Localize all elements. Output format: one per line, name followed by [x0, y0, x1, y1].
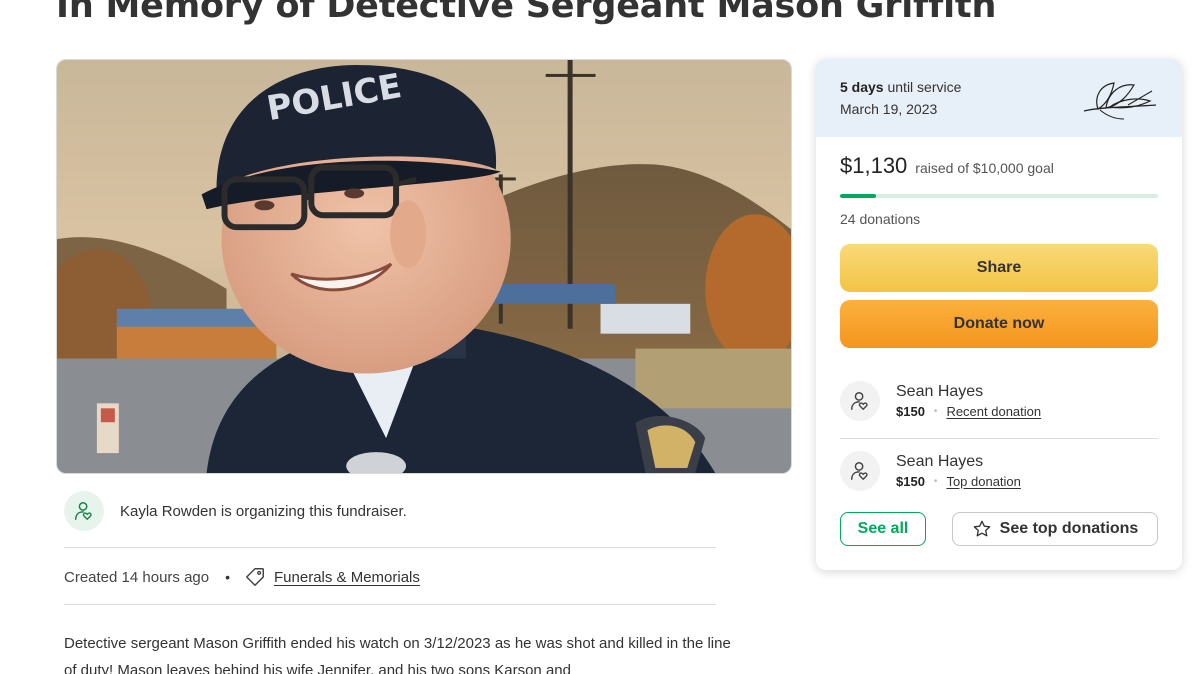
- see-all-button[interactable]: See all: [840, 512, 926, 546]
- service-days: 5 days: [840, 79, 884, 95]
- campaign-page: In Memory of Detective Sergeant Mason Gr…: [0, 0, 1200, 674]
- recent-donation-link[interactable]: Recent donation: [946, 404, 1041, 419]
- created-time: Created 14 hours ago: [64, 568, 210, 586]
- meta-separator: •: [225, 569, 231, 585]
- flower-icon: [1083, 82, 1157, 120]
- donations-count: 24 donations: [840, 211, 921, 227]
- donor-avatar: [840, 381, 880, 421]
- meta-row: Created 14 hours ago • Funerals & Memori…: [64, 564, 420, 590]
- star-icon: [973, 520, 990, 537]
- service-until: until service: [887, 79, 962, 95]
- amount-raised: $1,130: [840, 153, 908, 178]
- story-text: Detective sergeant Mason Griffith ended …: [64, 635, 731, 674]
- donor-amount: $150: [896, 474, 925, 489]
- divider: [840, 438, 1158, 439]
- divider: [64, 604, 716, 605]
- donation-card: 5 days until service March 19, 2023 $1,1…: [816, 59, 1182, 570]
- amount-row: $1,130 raised of $10,000 goal: [840, 153, 1054, 179]
- donor-details: $150 • Top donation: [896, 474, 1021, 489]
- share-button[interactable]: Share: [840, 244, 1158, 292]
- tag-icon: [246, 568, 264, 586]
- donor-separator: •: [933, 476, 938, 487]
- donor-item: Sean Hayes $150 • Recent donation: [840, 377, 1158, 425]
- donor-details: $150 • Recent donation: [896, 404, 1041, 419]
- organizer-text: Kayla Rowden is organizing this fundrais…: [120, 502, 407, 520]
- see-top-donations-button[interactable]: See top donations: [952, 512, 1158, 546]
- donor-separator: •: [933, 406, 938, 417]
- person-heart-icon: [851, 462, 868, 480]
- page-title: In Memory of Detective Sergeant Mason Gr…: [56, 0, 997, 26]
- progress-bar: [840, 194, 1158, 198]
- donor-info: Sean Hayes $150 • Recent donation: [896, 383, 1041, 419]
- campaign-photo[interactable]: POLICE: [56, 59, 792, 474]
- progress-fill: [840, 194, 876, 198]
- person-heart-icon: [851, 392, 868, 410]
- donor-avatar: [840, 451, 880, 491]
- goal-text: raised of $10,000 goal: [915, 160, 1054, 176]
- donor-info: Sean Hayes $150 • Top donation: [896, 453, 1021, 489]
- service-banner: 5 days until service March 19, 2023: [816, 59, 1182, 137]
- donor-amount: $150: [896, 404, 925, 419]
- divider: [64, 547, 716, 548]
- donor-name: Sean Hayes: [896, 453, 984, 470]
- donate-button[interactable]: Donate now: [840, 300, 1158, 348]
- donor-item: Sean Hayes $150 • Top donation: [840, 447, 1158, 495]
- organizer-row: Kayla Rowden is organizing this fundrais…: [64, 490, 716, 532]
- person-heart-icon: [75, 502, 92, 520]
- donor-name: Sean Hayes: [896, 383, 984, 400]
- photo-scene: POLICE: [57, 60, 791, 473]
- organizer-avatar[interactable]: [64, 491, 104, 531]
- top-donation-link[interactable]: Top donation: [946, 474, 1020, 489]
- category-link[interactable]: Funerals & Memorials: [274, 569, 420, 586]
- see-top-donations-label: See top donations: [999, 520, 1139, 537]
